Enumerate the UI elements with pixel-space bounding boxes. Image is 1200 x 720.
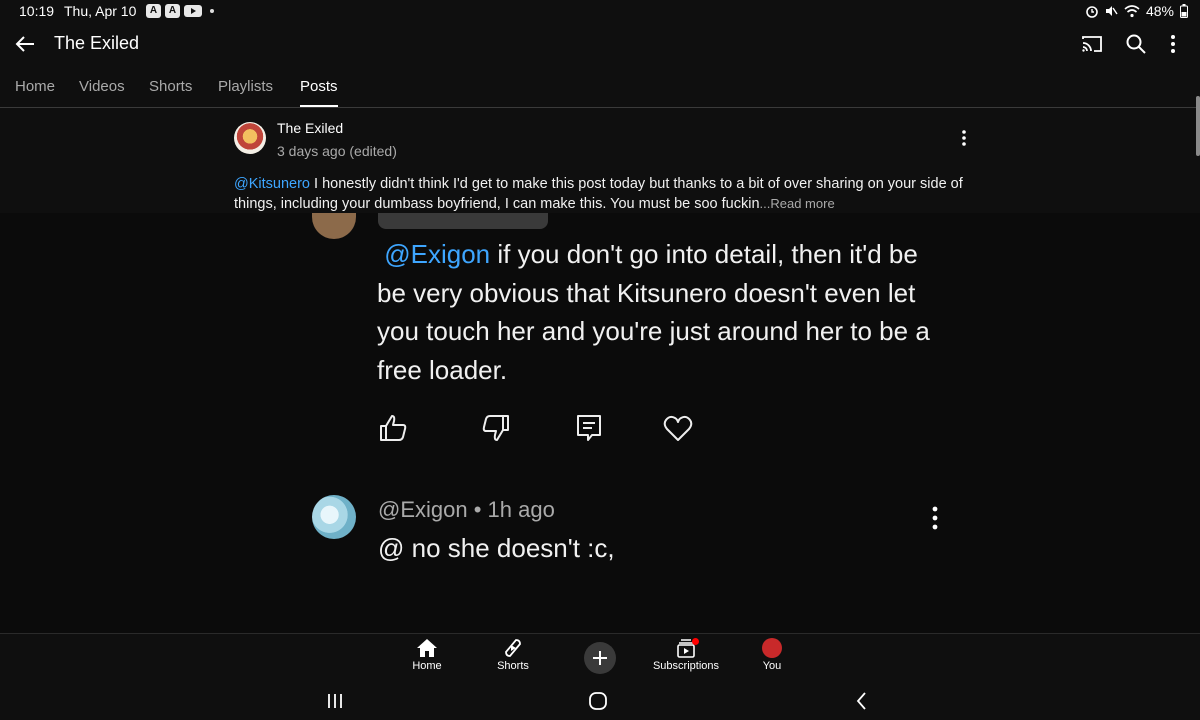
mute-icon: [1105, 6, 1118, 16]
reply-icon: [577, 415, 601, 441]
post-author[interactable]: The Exiled: [277, 120, 343, 136]
image-more-icon: [932, 506, 938, 530]
youtube-icon: [184, 5, 202, 17]
home-icon: [417, 639, 437, 657]
cast-icon[interactable]: [1080, 32, 1104, 56]
notification-dot: [692, 638, 699, 645]
more-vert-icon[interactable]: [1161, 32, 1185, 56]
alarm-icon: [1086, 6, 1098, 18]
nav-shorts-label: Shorts: [497, 660, 529, 672]
nav-shorts[interactable]: Shorts: [468, 638, 558, 672]
tab-posts[interactable]: Posts: [300, 78, 338, 108]
app-a-icon: A: [165, 4, 180, 18]
status-bar: 10:19 Thu, Apr 10 A A 48%: [0, 0, 1200, 22]
nav-subscriptions[interactable]: Subscriptions: [641, 638, 731, 672]
thumbs-down-icon: [482, 415, 509, 441]
battery-icon: [1180, 4, 1188, 18]
nav-you[interactable]: You: [727, 638, 817, 672]
thumbs-up-icon: [380, 415, 407, 441]
post-more-icon[interactable]: [955, 128, 973, 148]
tab-home[interactable]: Home: [15, 78, 55, 108]
image-reply-meta: @Exigon • 1h ago: [378, 497, 555, 522]
status-date: Thu, Apr 10: [64, 3, 137, 19]
post-mention[interactable]: @Kitsunero: [234, 176, 310, 192]
tab-videos[interactable]: Videos: [79, 78, 125, 108]
shorts-icon: [505, 639, 521, 657]
image-reply-text: @ no she doesn't :c,: [378, 533, 615, 563]
image-comment-mention: @Exigon: [384, 239, 491, 269]
search-icon[interactable]: [1124, 32, 1148, 56]
image-comment-avatar: [312, 213, 356, 239]
nav-home[interactable]: Home: [382, 638, 472, 672]
tab-shorts[interactable]: Shorts: [149, 78, 192, 108]
wifi-icon: [1124, 5, 1140, 18]
notification-icons: A A: [146, 4, 214, 18]
image-reply-avatar: [312, 495, 356, 539]
post-body: @Kitsunero I honestly didn't think I'd g…: [234, 175, 974, 214]
create-button[interactable]: [584, 642, 616, 674]
channel-tabs: Home Videos Shorts Playlists Posts: [0, 78, 1200, 108]
post-image[interactable]: @Exigon if you don't go into detail, the…: [0, 213, 1200, 633]
post-text: I honestly didn't think I'd get to make …: [234, 176, 963, 212]
image-username-pill: [378, 213, 548, 229]
read-more-link[interactable]: ...Read more: [760, 196, 835, 211]
battery-percent: 48%: [1145, 3, 1174, 19]
nav-home-label: Home: [412, 660, 442, 672]
more-notifications-dot: [210, 9, 214, 13]
channel-title: The Exiled: [54, 33, 140, 53]
scrollbar[interactable]: [1196, 96, 1200, 156]
app-a-icon: A: [146, 4, 161, 18]
post-author-avatar[interactable]: [234, 122, 266, 154]
status-time: 10:19: [19, 3, 55, 19]
system-nav-bar: [0, 683, 1200, 720]
back-arrow-icon[interactable]: [12, 32, 38, 56]
back-button-icon[interactable]: [850, 691, 874, 711]
avatar: [762, 638, 782, 658]
nav-subscriptions-label: Subscriptions: [652, 660, 720, 672]
tab-playlists[interactable]: Playlists: [218, 78, 273, 108]
image-comment: @Exigon if you don't go into detail, the…: [377, 235, 947, 389]
recents-icon[interactable]: [323, 691, 347, 711]
system-status: 48%: [1086, 3, 1188, 19]
create-plus-icon: [593, 651, 607, 665]
heart-icon: [663, 415, 693, 441]
home-button-icon[interactable]: [586, 691, 610, 711]
bottom-nav: Home Shorts Subscriptions You: [0, 633, 1200, 683]
nav-you-label: You: [762, 660, 782, 672]
post-meta: 3 days ago (edited): [277, 143, 397, 159]
